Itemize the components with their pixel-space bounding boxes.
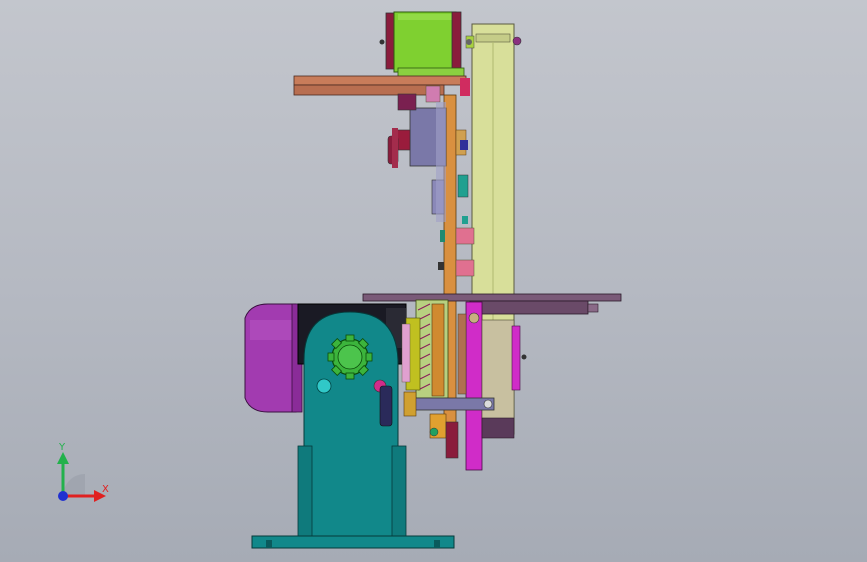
x-axis-label: X	[102, 484, 109, 495]
drive-gear[interactable]	[327, 334, 373, 380]
cad-viewport[interactable]: Y X	[0, 0, 867, 562]
base-plate[interactable]	[251, 535, 455, 549]
upper-motor[interactable]	[379, 11, 473, 83]
main-motor[interactable]	[244, 303, 303, 413]
small-knob-top[interactable]	[397, 93, 417, 111]
y-axis-arrow-icon	[57, 452, 69, 464]
y-axis-label: Y	[58, 442, 66, 453]
knob-handle[interactable]	[387, 128, 411, 168]
assembly-model[interactable]	[0, 0, 867, 562]
magenta-plates[interactable]	[457, 301, 527, 471]
z-axis-dot-icon	[58, 491, 68, 501]
rack-gear[interactable]	[401, 299, 449, 399]
slate-block[interactable]	[409, 102, 447, 222]
axis-triad: Y X	[57, 442, 109, 502]
